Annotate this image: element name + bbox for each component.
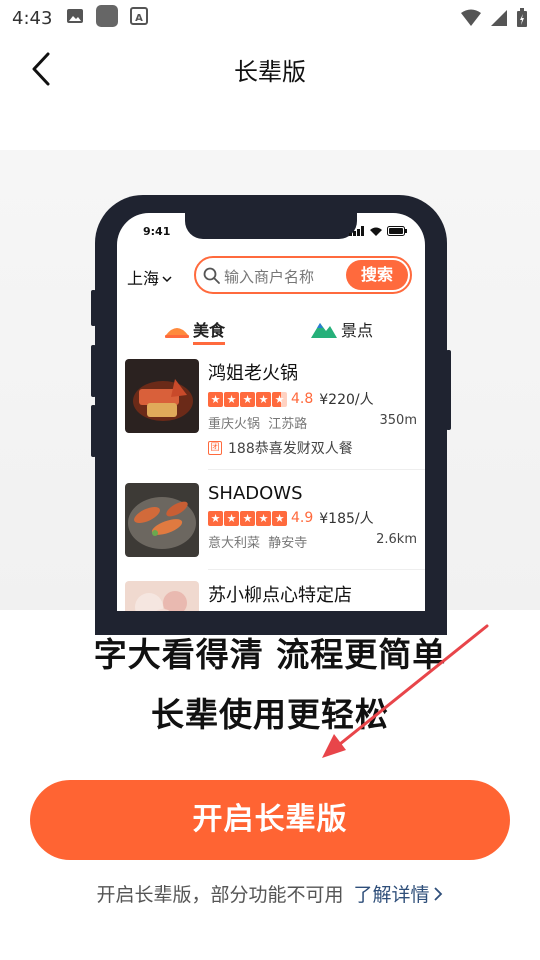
- price-per-person: ¥220/人: [319, 392, 374, 408]
- star-rating: ★ ★ ★ ★ ★: [208, 391, 287, 407]
- star-icon: ★: [256, 391, 271, 407]
- status-bar: 4:43 A: [0, 0, 540, 36]
- restaurant-name: 苏小柳点心特定店: [208, 585, 352, 606]
- phone-time: 9:41: [143, 225, 171, 238]
- footer-text: 开启长辈版，部分功能不可用: [96, 884, 344, 906]
- star-icon: ★: [208, 510, 223, 526]
- group-deal-badge: 团: [208, 441, 222, 455]
- chevron-down-icon: [162, 276, 172, 283]
- area-label: 江苏路: [268, 417, 308, 432]
- price-per-person: ¥185/人: [319, 511, 374, 527]
- area-label: 静安寺: [268, 536, 308, 551]
- star-icon: ★: [240, 391, 255, 407]
- search-button[interactable]: 搜索: [346, 260, 408, 290]
- search-box[interactable]: 输入商户名称 搜索: [194, 256, 412, 294]
- app-notification-icon: [96, 5, 119, 31]
- cell-signal-icon: [490, 9, 508, 31]
- search-placeholder: 输入商户名称: [224, 268, 315, 286]
- cuisine-label: 重庆火锅: [208, 417, 261, 432]
- distance-label: 350m: [379, 413, 417, 428]
- phone-screen: 9:41 上海 输入商户名称 搜索 美食 景点 鸿姐老火锅 ★ ★ ★ ★ ★ 4.8: [117, 213, 425, 611]
- status-time: 4:43: [12, 7, 53, 29]
- top-bar: 长辈版: [0, 36, 540, 102]
- phone-signal-icon: [349, 226, 364, 236]
- learn-more-link[interactable]: 了解详情: [354, 884, 444, 906]
- restaurant-photo: [125, 581, 199, 611]
- star-icon: ★: [224, 391, 239, 407]
- restaurant-name: SHADOWS: [208, 483, 303, 504]
- phone-battery-icon: [387, 226, 407, 236]
- rating-score: 4.9: [291, 510, 314, 526]
- image-notification-icon: [66, 8, 84, 28]
- distance-label: 2.6km: [376, 532, 417, 547]
- city-selector[interactable]: 上海: [127, 265, 173, 289]
- divider: [208, 569, 425, 570]
- half-star-icon: ★: [272, 391, 287, 407]
- rating-score: 4.8: [291, 391, 314, 407]
- svg-text:A: A: [136, 13, 144, 24]
- cuisine-label: 意大利菜: [208, 536, 261, 551]
- phone-side-button: [91, 290, 96, 326]
- battery-icon: [516, 8, 528, 32]
- restaurant-name: 鸿姐老火锅: [208, 363, 298, 384]
- scenic-icon: [311, 323, 337, 338]
- star-icon: ★: [272, 510, 287, 526]
- deal-text: 188恭喜发财双人餐: [228, 441, 353, 457]
- phone-status-icons: [349, 226, 407, 236]
- category-food-label: 美食: [193, 317, 226, 345]
- category-scenic-label: 景点: [341, 321, 374, 340]
- phone-wifi-icon: [370, 227, 382, 236]
- restaurant-photo: [125, 359, 199, 433]
- headline-line-1: 字大看得清 流程更简单: [93, 635, 447, 674]
- star-icon: ★: [208, 391, 223, 407]
- category-food[interactable]: 美食: [165, 317, 226, 345]
- divider: [208, 469, 425, 470]
- phone-side-button: [91, 405, 96, 457]
- restaurant-photo: [125, 483, 199, 557]
- page-title: 长辈版: [234, 58, 306, 86]
- wifi-icon: [460, 9, 482, 31]
- food-icon: [165, 328, 189, 338]
- enable-elder-mode-button[interactable]: 开启长辈版: [30, 780, 510, 860]
- star-icon: ★: [240, 510, 255, 526]
- footer-note: 开启长辈版，部分功能不可用 了解详情: [0, 880, 540, 907]
- learn-more-label: 了解详情: [353, 884, 430, 906]
- chevron-right-icon: [433, 887, 442, 901]
- city-label: 上海: [127, 269, 160, 288]
- phone-side-button: [446, 350, 451, 430]
- headline-line-2: 长辈使用更轻松: [151, 695, 389, 734]
- star-rating: ★ ★ ★ ★ ★: [208, 510, 287, 526]
- phone-notch: [185, 213, 357, 239]
- category-scenic[interactable]: 景点: [311, 317, 373, 341]
- star-icon: ★: [256, 510, 271, 526]
- phone-side-button: [91, 345, 96, 397]
- font-notification-icon: A: [130, 7, 149, 29]
- star-icon: ★: [224, 510, 239, 526]
- search-icon: [203, 267, 220, 284]
